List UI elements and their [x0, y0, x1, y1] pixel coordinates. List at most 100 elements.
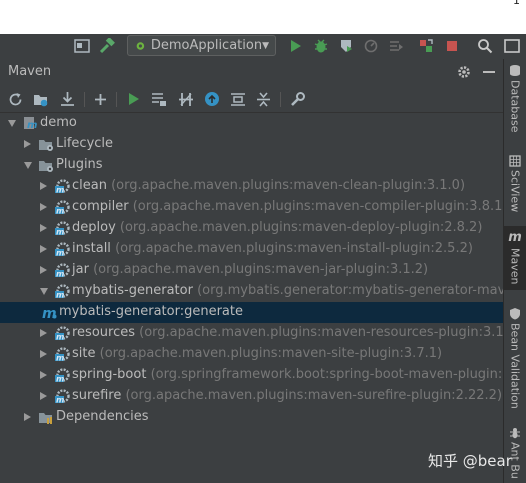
add-icon[interactable]	[94, 93, 107, 106]
plugin-icon: m	[54, 221, 70, 237]
tree-row[interactable]: m surefire (org.apache.maven.plugins:mave…	[0, 386, 503, 407]
profile-icon[interactable]	[362, 37, 380, 55]
tree-node-description: (org.apache.maven.plugins:maven-surefire…	[125, 388, 503, 403]
debug-icon[interactable]	[312, 37, 330, 55]
svg-text:m: m	[56, 291, 64, 300]
collapse-arrow-icon[interactable]	[40, 203, 47, 211]
collapse-arrow-icon[interactable]	[24, 140, 31, 148]
collapse-arrow-icon[interactable]	[40, 245, 47, 253]
run-configuration-select[interactable]: DemoApplication ▼	[127, 35, 276, 56]
tree-row[interactable]: m compiler (org.apache.maven.plugins:mave…	[0, 197, 503, 218]
menu-icon[interactable]	[503, 37, 521, 55]
tree-row[interactable]: m resources (org.apache.maven.plugins:mav…	[0, 323, 503, 344]
tree-node-description: (org.apache.maven.plugins:maven-install-…	[115, 241, 473, 256]
svg-text:m: m	[56, 333, 64, 342]
show-dependencies-icon[interactable]	[230, 92, 246, 107]
tree-row-label: Dependencies	[56, 409, 149, 424]
collapse-arrow-icon[interactable]	[24, 413, 31, 421]
side-tab-maven[interactable]: m Maven	[504, 226, 526, 290]
side-tab-sciview[interactable]: SciView	[504, 155, 526, 212]
tree-row[interactable]: m site (org.apache.maven.plugins:maven-si…	[0, 344, 503, 365]
collapse-arrow-icon[interactable]	[40, 266, 47, 274]
tree-row-goal[interactable]: m mybatis-generator:generate	[0, 302, 503, 323]
collapse-arrow-icon[interactable]	[40, 224, 47, 232]
top-mark: 1	[513, 0, 520, 7]
tree-node-description: (org.apache.maven.plugins:maven-clean-pl…	[111, 178, 466, 193]
sciview-icon	[509, 155, 521, 167]
plugin-icon: m	[54, 389, 70, 405]
run-icon[interactable]	[128, 92, 140, 106]
tree-row-label: resources (org.apache.maven.plugins:mave…	[72, 325, 503, 340]
project-structure-icon[interactable]	[73, 37, 91, 55]
tree-row[interactable]: m clean (org.apache.maven.plugins:maven-c…	[0, 176, 503, 197]
svg-text:m: m	[27, 120, 37, 131]
collapse-arrow-icon[interactable]	[40, 392, 47, 400]
tree-row[interactable]: Lifecycle	[0, 134, 503, 155]
main-toolbar: DemoApplication ▼	[0, 34, 526, 59]
collapse-arrow-icon[interactable]	[40, 350, 47, 358]
tree-node-description: (org.apache.maven.plugins:maven-jar-plug…	[93, 262, 429, 277]
folder-gear-icon	[38, 158, 54, 173]
tree-node-name: compiler	[72, 199, 129, 214]
tree-row[interactable]: Dependencies	[0, 407, 503, 428]
offline-icon[interactable]	[204, 91, 220, 107]
svg-text:m: m	[56, 249, 64, 258]
gear-icon[interactable]	[457, 65, 471, 79]
tree-row[interactable]: m mybatis-generator (org.mybatis.generato…	[0, 281, 503, 302]
tree-node-description: (org.apache.maven.plugins:maven-deploy-p…	[119, 220, 483, 235]
settings-wrench-icon[interactable]	[290, 92, 305, 107]
expand-arrow-icon[interactable]	[40, 288, 48, 295]
toolbar-separator	[84, 92, 85, 107]
tree-row[interactable]: m spring-boot (org.springframework.boot:s…	[0, 365, 503, 386]
search-icon[interactable]	[476, 37, 494, 55]
tree-row[interactable]: m demo	[0, 113, 503, 134]
download-icon[interactable]	[60, 91, 75, 107]
svg-text:m: m	[56, 228, 64, 237]
tree-node-name: resources	[72, 325, 136, 340]
collapse-icon[interactable]	[256, 92, 271, 107]
reload-icon[interactable]	[8, 92, 23, 107]
run-with-options-icon[interactable]	[387, 37, 405, 55]
reimport-icon[interactable]	[33, 92, 49, 107]
run-icon[interactable]	[287, 37, 305, 55]
tree-node-name: install	[72, 241, 111, 256]
tree-row-label: clean (org.apache.maven.plugins:maven-cl…	[72, 178, 465, 193]
expand-arrow-icon[interactable]	[24, 162, 32, 169]
tree-row[interactable]: m jar (org.apache.maven.plugins:maven-jar…	[0, 260, 503, 281]
tree-node-name: jar	[72, 262, 89, 277]
skip-tests-icon[interactable]	[178, 92, 194, 107]
coverage-icon[interactable]	[337, 37, 355, 55]
build-hammer-icon[interactable]	[98, 37, 116, 55]
tree-node-name: Dependencies	[56, 409, 149, 424]
svg-text:m: m	[56, 375, 64, 384]
tree-row-label: Plugins	[56, 157, 103, 172]
expand-arrow-icon[interactable]	[8, 120, 16, 127]
side-tab-bean-validation[interactable]: Bean Validation	[504, 307, 526, 409]
minimize-icon[interactable]	[483, 71, 495, 73]
svg-text:m: m	[56, 270, 64, 279]
maven-toolbar	[0, 86, 503, 113]
tree-row-label: mybatis-generator:generate	[59, 304, 243, 319]
tree-row[interactable]: Plugins	[0, 155, 503, 176]
svg-text:m: m	[56, 396, 64, 405]
plugin-icon: m	[54, 347, 70, 363]
side-tab-label: Database	[508, 80, 522, 133]
side-tab-label: SciView	[508, 170, 522, 213]
folder-gear-icon	[38, 137, 54, 152]
lifecycle-icon[interactable]	[151, 92, 167, 107]
stop-icon[interactable]	[443, 37, 461, 55]
collapse-arrow-icon[interactable]	[40, 182, 47, 190]
maven-project-icon: m	[22, 116, 38, 131]
maven-tree: m demo Lifecycle Plugins m clean (org.apache.…	[0, 113, 503, 483]
tree-row[interactable]: m deploy (org.apache.maven.plugins:maven-…	[0, 218, 503, 239]
tree-node-description: (org.apache.maven.plugins:maven-site-plu…	[99, 346, 443, 361]
collapse-arrow-icon[interactable]	[40, 371, 47, 379]
folder-lib-icon	[38, 410, 54, 425]
tree-row[interactable]: m install (org.apache.maven.plugins:maven…	[0, 239, 503, 260]
side-tab-database[interactable]: Database	[504, 64, 526, 133]
watermark: 知乎 @bear	[428, 452, 512, 470]
tree-node-description: (org.mybatis.generator:mybatis-generator…	[197, 283, 503, 298]
update-running-icon[interactable]	[417, 37, 435, 55]
collapse-arrow-icon[interactable]	[40, 329, 47, 337]
tree-row-label: compiler (org.apache.maven.plugins:maven…	[72, 199, 503, 214]
